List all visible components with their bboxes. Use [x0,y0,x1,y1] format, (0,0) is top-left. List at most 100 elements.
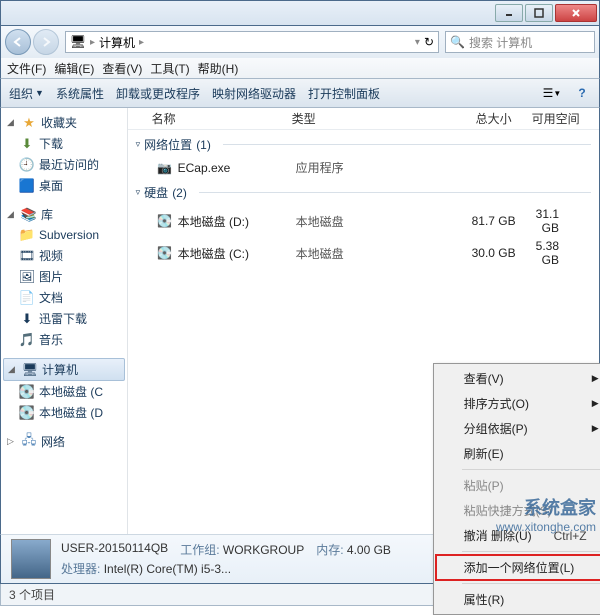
group-drives[interactable]: ▿ 硬盘 (2) [128,178,599,205]
col-free[interactable]: 可用空间 [532,110,599,127]
view-options-icon[interactable]: ☰ ▼ [543,84,561,102]
content-area: ◢★收藏夹 ⬇下载 🕘最近访问的 🟦桌面 ◢📚库 📁Subversion 🎞视频… [0,108,600,534]
toolbar: 组织 ▼ 系统属性 卸载或更改程序 映射网络驱动器 打开控制面板 ☰ ▼ ? [0,78,600,108]
document-icon: 📄 [19,290,35,306]
folder-icon: 📁 [19,227,35,243]
video-icon: 🎞 [19,248,35,264]
menu-help[interactable]: 帮助(H) [198,60,239,77]
dropdown-icon[interactable]: ▾ [415,37,420,48]
menu-edit[interactable]: 编辑(E) [54,60,94,77]
submenu-arrow-icon: ▶ [592,423,599,434]
sidebar-computer[interactable]: ◢🖥计算机 [3,358,125,381]
picture-icon: 🖼 [19,269,35,285]
minimize-button[interactable] [495,4,523,22]
group-network-locations[interactable]: ▿ 网络位置 (1) [128,130,599,157]
item-drive-d[interactable]: 💽 本地磁盘 (D:) 本地磁盘 81.7 GB 31.1 GB [128,205,599,237]
sidebar-libraries[interactable]: ◢📚库 [1,204,127,225]
xunlei-icon: ⬇ [19,311,35,327]
ctx-group[interactable]: 分组依据(P)▶ [436,416,600,441]
recent-icon: 🕘 [19,157,35,173]
item-drive-c[interactable]: 💽 本地磁盘 (C:) 本地磁盘 30.0 GB 5.38 GB [128,237,599,269]
memory-label: 内存: [316,543,343,557]
ctx-view[interactable]: 查看(V)▶ [436,366,600,391]
sidebar-drive-c[interactable]: 💽本地磁盘 (C [1,381,127,402]
cpu-value: Intel(R) Core(TM) i5-3... [104,562,231,576]
item-ecap[interactable]: 📷 ECap.exe 应用程序 [128,157,599,178]
maximize-button[interactable] [525,4,553,22]
menu-file[interactable]: 文件(F) [7,60,46,77]
titlebar [0,0,600,26]
search-placeholder: 搜索 计算机 [469,34,532,51]
sysprops-button[interactable]: 系统属性 [56,85,104,102]
sidebar-subversion[interactable]: 📁Subversion [1,225,127,245]
main-panel: 名称 类型 总大小 可用空间 ▿ 网络位置 (1) 📷 ECap.exe 应用程… [128,108,599,534]
sidebar-network[interactable]: ▷🖧网络 [1,431,127,452]
star-icon: ★ [21,115,37,131]
computer-icon: 🖥 [70,34,86,50]
computer-thumbnail-icon [11,539,51,579]
separator [462,551,600,552]
download-icon: ⬇ [19,136,35,152]
separator [462,583,600,584]
column-headers[interactable]: 名称 类型 总大小 可用空间 [128,108,599,130]
memory-value: 4.00 GB [347,543,391,557]
ctx-refresh[interactable]: 刷新(E) [436,441,600,466]
shortcut-label: Ctrl+Z [554,529,587,543]
ctx-properties[interactable]: 属性(R) [436,587,600,612]
col-name[interactable]: 名称 [152,110,292,127]
navbar: 🖥 ▸ 计算机 ▸ ▾ ↻ 🔍 搜索 计算机 [0,26,600,58]
chevron-right-icon: ▸ [90,37,95,48]
sidebar-music[interactable]: 🎵音乐 [1,329,127,350]
sidebar-documents[interactable]: 📄文档 [1,287,127,308]
submenu-arrow-icon: ▶ [592,373,599,384]
back-button[interactable] [5,29,31,55]
library-icon: 📚 [21,207,37,223]
menu-view[interactable]: 查看(V) [102,60,142,77]
drive-icon: 💽 [156,245,174,261]
ctx-paste: 粘贴(P) [436,473,600,498]
sidebar-favorites[interactable]: ◢★收藏夹 [1,112,127,133]
sidebar-xunlei[interactable]: ⬇迅雷下载 [1,308,127,329]
address-bar[interactable]: 🖥 ▸ 计算机 ▸ ▾ ↻ [65,31,439,53]
computer-icon: 🖥 [22,362,38,378]
col-total[interactable]: 总大小 [442,110,532,127]
help-icon[interactable]: ? [573,84,591,102]
sidebar-desktop[interactable]: 🟦桌面 [1,175,127,196]
ctx-add-network-location[interactable]: 添加一个网络位置(L) [436,555,600,580]
forward-button[interactable] [33,29,59,55]
search-icon: 🔍 [450,35,465,49]
drive-icon: 💽 [156,213,174,229]
col-type[interactable]: 类型 [292,110,442,127]
sidebar-drive-d[interactable]: 💽本地磁盘 (D [1,402,127,423]
search-box[interactable]: 🔍 搜索 计算机 [445,31,595,53]
menu-tools[interactable]: 工具(T) [150,60,189,77]
ctx-undo[interactable]: 撤消 删除(U)Ctrl+Z [436,523,600,548]
sidebar: ◢★收藏夹 ⬇下载 🕘最近访问的 🟦桌面 ◢📚库 📁Subversion 🎞视频… [1,108,128,534]
ctx-sort[interactable]: 排序方式(O)▶ [436,391,600,416]
ctx-paste-shortcut: 粘贴快捷方式(S) [436,498,600,523]
uninstall-button[interactable]: 卸载或更改程序 [116,85,200,102]
sidebar-downloads[interactable]: ⬇下载 [1,133,127,154]
sidebar-videos[interactable]: 🎞视频 [1,245,127,266]
sidebar-pictures[interactable]: 🖼图片 [1,266,127,287]
network-icon: 🖧 [21,434,37,450]
music-icon: 🎵 [19,332,35,348]
separator [462,469,600,470]
refresh-icon[interactable]: ↻ [424,35,434,49]
status-text: 3 个项目 [9,586,55,603]
organize-button[interactable]: 组织 ▼ [9,85,44,102]
mapdrive-button[interactable]: 映射网络驱动器 [212,85,296,102]
desktop-icon: 🟦 [19,178,35,194]
drive-icon: 💽 [19,405,35,421]
chevron-right-icon: ▸ [139,37,144,48]
sidebar-recent[interactable]: 🕘最近访问的 [1,154,127,175]
camera-icon: 📷 [156,160,174,176]
menubar: 文件(F) 编辑(E) 查看(V) 工具(T) 帮助(H) [0,58,600,78]
ctrlpanel-button[interactable]: 打开控制面板 [308,85,380,102]
workgroup-label: 工作组: [180,543,219,557]
close-button[interactable] [555,4,597,22]
breadcrumb-computer[interactable]: 计算机 [99,34,135,51]
cpu-label: 处理器: [61,562,100,576]
drive-icon: 💽 [19,384,35,400]
computer-name: USER-20150114QB [61,541,168,558]
